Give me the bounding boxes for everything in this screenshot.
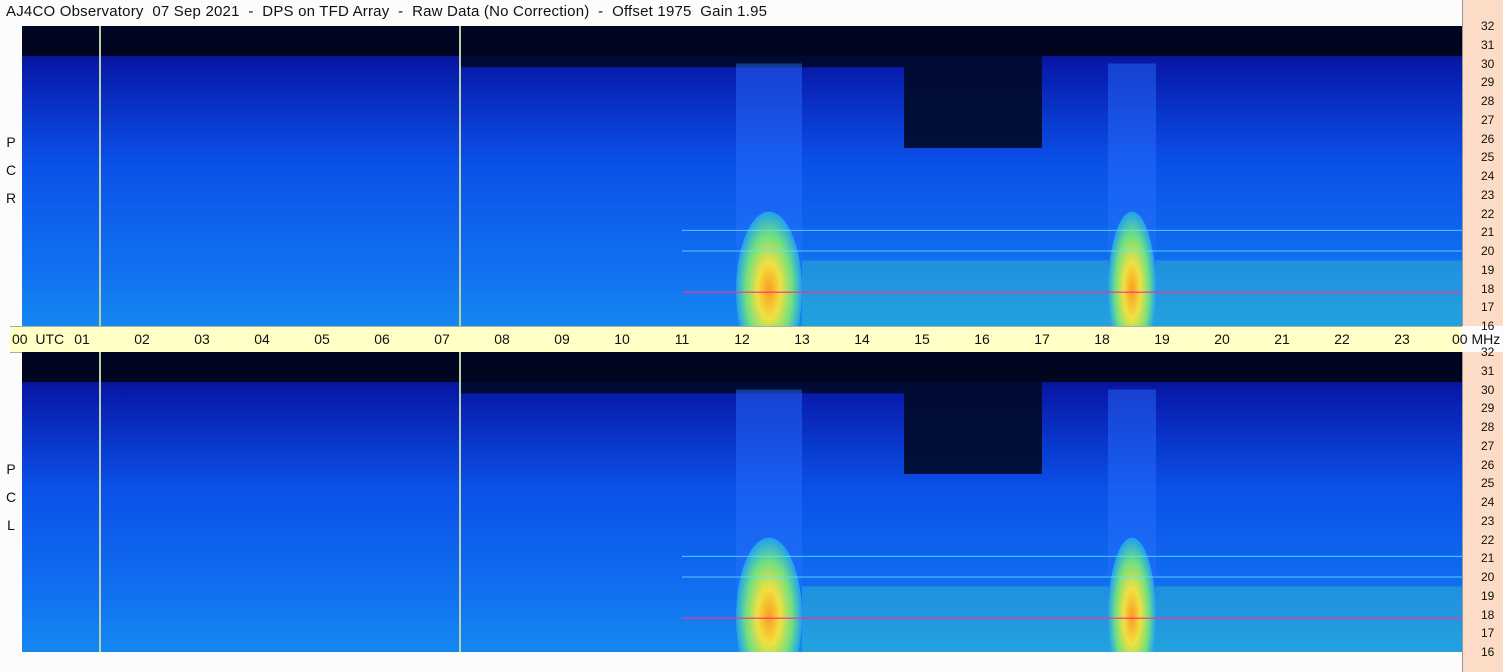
frequency-tick-label: 20	[1481, 244, 1495, 258]
frequency-tick-label: 28	[1481, 94, 1495, 108]
frequency-tick-label: 24	[1481, 169, 1495, 183]
utc-tick-label: 23	[1394, 331, 1410, 347]
lcp-panel-label: P C L	[4, 462, 18, 532]
frequency-tick-label: 18	[1481, 281, 1495, 296]
rcp-frequency-axis: 16 17 18 19 20 21 22 23 24 25 26 27 28 29 30 31 32	[1462, 0, 1503, 333]
frequency-tick-label: 16	[1481, 645, 1495, 659]
frequency-tick-label: 29	[1481, 75, 1495, 90]
frequency-tick-label: 20	[1481, 570, 1495, 584]
frequency-tick-label: 28	[1481, 420, 1495, 434]
lcp-label-char: C	[5, 489, 17, 505]
utc-tick-label: 06	[374, 331, 390, 347]
utc-tick-label: 08	[494, 331, 510, 347]
utc-tick-label: 03	[194, 331, 210, 347]
rcp-spectrogram-panel	[22, 26, 1462, 326]
utc-tick-label: 10	[614, 331, 630, 347]
utc-tick-label: 02	[134, 331, 150, 347]
frequency-tick-label: 25	[1481, 476, 1495, 491]
utc-tick-label: 19	[1154, 331, 1170, 347]
utc-tick-label: 18	[1094, 331, 1110, 347]
frequency-tick-label: 21	[1481, 225, 1495, 240]
utc-tick-label: 13	[794, 331, 810, 347]
utc-tick-label: 05	[314, 331, 330, 347]
frequency-tick-label: 29	[1481, 401, 1495, 416]
lcp-frequency-axis: 16 17 18 19 20 21 22 23 24 25 26 27 28 29 30 31 32	[1462, 345, 1503, 672]
frequency-tick-label: 17	[1481, 300, 1495, 315]
frequency-tick-label: 17	[1481, 626, 1495, 641]
rcp-label-char: P	[6, 134, 16, 150]
utc-tick-label: 12	[734, 331, 750, 347]
utc-tick-label: 11	[674, 331, 690, 347]
utc-time-axis: 00 UTC 01 02 03 04 05 06 07 08 09 10 11 12 13 14 15 16 17…	[10, 326, 1500, 353]
utc-tick-label: 09	[554, 331, 570, 347]
top-dark-band	[22, 352, 1462, 382]
utc-tick-label: 20	[1214, 331, 1230, 347]
frequency-tick-label: 31	[1481, 37, 1495, 52]
frequency-tick-label: 19	[1481, 588, 1495, 603]
rcp-label-char: C	[5, 162, 17, 178]
frequency-tick-label: 18	[1481, 607, 1495, 622]
rcp-label-char: R	[5, 190, 17, 206]
frequency-tick-label: 22	[1481, 532, 1495, 547]
utc-tick-label: 15	[914, 331, 930, 347]
lcp-spectrogram-panel	[22, 352, 1462, 652]
utc-tick-label: 04	[254, 331, 270, 347]
utc-tick-label: 17	[1034, 331, 1050, 347]
frequency-tick-label: 23	[1481, 513, 1495, 528]
frequency-tick-label: 30	[1481, 56, 1495, 71]
chart-title: AJ4CO Observatory 07 Sep 2021 - DPS on T…	[6, 3, 768, 20]
utc-tick-label: 22	[1334, 331, 1350, 347]
utc-tick-label: 07	[434, 331, 450, 347]
utc-tick-label: 16	[974, 331, 990, 347]
frequency-tick-label: 32	[1481, 345, 1495, 359]
frequency-tick-label: 26	[1481, 131, 1495, 146]
rcp-panel-label: P C R	[4, 135, 18, 205]
frequency-tick-label: 32	[1481, 19, 1495, 33]
frequency-tick-label: 31	[1481, 363, 1495, 378]
frequency-tick-label: 25	[1481, 150, 1495, 165]
frequency-tick-label: 19	[1481, 262, 1495, 277]
frequency-tick-label: 23	[1481, 187, 1495, 202]
frequency-tick-label: 22	[1481, 206, 1495, 221]
frequency-tick-label: 30	[1481, 382, 1495, 397]
top-dark-band	[22, 26, 1462, 56]
lcp-label-char: P	[6, 461, 16, 477]
frequency-tick-label: 24	[1481, 495, 1495, 509]
utc-tick-label: 14	[854, 331, 870, 347]
frequency-tick-label: 27	[1481, 438, 1495, 453]
lcp-label-char: L	[7, 517, 15, 533]
frequency-tick-label: 27	[1481, 112, 1495, 127]
utc-tick-label: 21	[1274, 331, 1290, 347]
frequency-tick-label: 26	[1481, 457, 1495, 472]
utc-tick-label: 00 UTC	[12, 331, 65, 347]
frequency-tick-label: 21	[1481, 551, 1495, 566]
utc-tick-label: 01	[74, 331, 90, 347]
